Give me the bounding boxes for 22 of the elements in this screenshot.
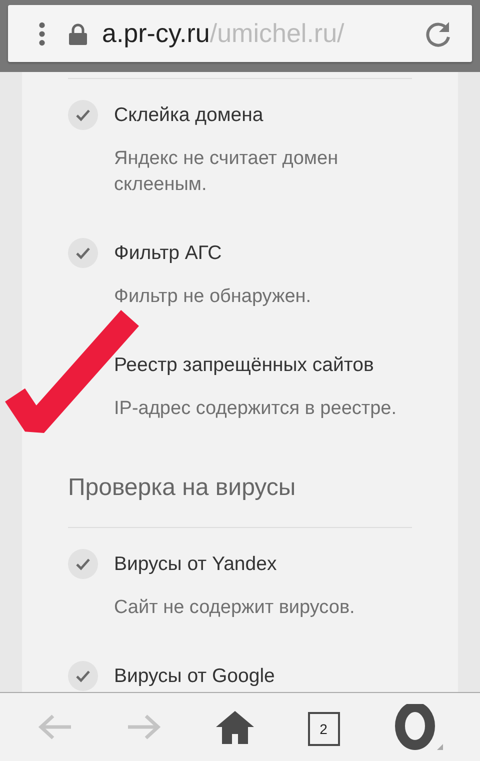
address-bar[interactable]: a.pr-cy.ru/umichel.ru/	[8, 5, 472, 62]
lock-icon	[68, 22, 88, 44]
reload-icon[interactable]	[424, 20, 452, 48]
check-title: Вирусы от Yandex	[114, 552, 277, 576]
check-description: Фильтр не обнаружен.	[114, 285, 312, 309]
check-icon	[68, 238, 98, 268]
opera-logo-icon[interactable]	[393, 704, 444, 750]
check-description: IP-адрес содержится в реестре.	[114, 397, 398, 421]
check-icon	[68, 549, 98, 579]
check-description: Яндекс не считает домен склееным.	[114, 147, 340, 197]
check-icon	[68, 661, 98, 691]
section-heading: Проверка на вирусы	[68, 474, 297, 502]
check-title: Фильтр АГС	[114, 242, 222, 264]
check-description: Сайт не содержит вирусов.	[114, 596, 356, 620]
check-title: Реестр запрещённых сайтов	[114, 354, 374, 376]
menu-icon[interactable]	[38, 22, 46, 46]
check-title: Вирусы от Google	[114, 664, 275, 688]
tabs-button[interactable]: 2	[308, 712, 340, 746]
home-icon[interactable]	[216, 710, 254, 744]
check-icon	[68, 100, 98, 130]
check-title: Склейка домена	[114, 104, 264, 126]
url-text: a.pr-cy.ru/umichel.ru/	[102, 18, 346, 49]
